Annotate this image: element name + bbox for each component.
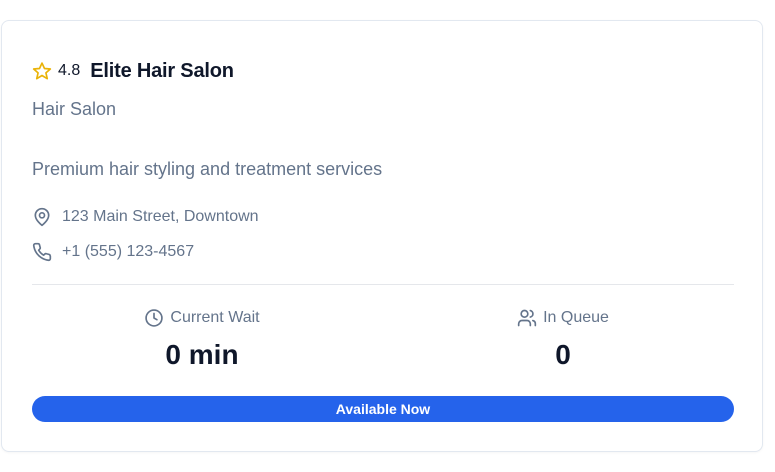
current-wait-value: 0 min [165, 339, 239, 370]
current-wait-label: Current Wait [170, 309, 260, 326]
address-row: 123 Main Street, Downtown [32, 207, 259, 227]
address-text: 123 Main Street, Downtown [62, 208, 259, 225]
clock-icon [144, 308, 164, 328]
divider [32, 284, 734, 285]
salon-header: 4.8 Elite Hair Salon [32, 59, 234, 83]
rating-value: 4.8 [58, 62, 81, 79]
in-queue-label: In Queue [543, 309, 609, 326]
current-wait-label-row: Current Wait [72, 307, 332, 329]
star-icon [32, 61, 52, 81]
salon-name: Elite Hair Salon [90, 59, 234, 82]
in-queue-label-row: In Queue [433, 307, 693, 329]
phone-row[interactable]: +1 (555) 123-4567 [32, 242, 194, 262]
in-queue-stat: In Queue 0 [433, 307, 693, 371]
salon-category: Hair Salon [32, 99, 117, 119]
phone-text[interactable]: +1 (555) 123-4567 [62, 243, 194, 261]
map-pin-icon [32, 207, 52, 227]
phone-icon [32, 242, 52, 262]
current-wait-stat: Current Wait 0 min [72, 307, 332, 371]
salon-card[interactable]: 4.8 Elite Hair Salon Hair Salon Premium … [1, 20, 763, 452]
in-queue-value: 0 [555, 339, 571, 370]
salon-description: Premium hair styling and treatment servi… [32, 159, 383, 179]
available-now-badge[interactable]: Available Now [32, 396, 734, 422]
users-icon [517, 308, 537, 328]
